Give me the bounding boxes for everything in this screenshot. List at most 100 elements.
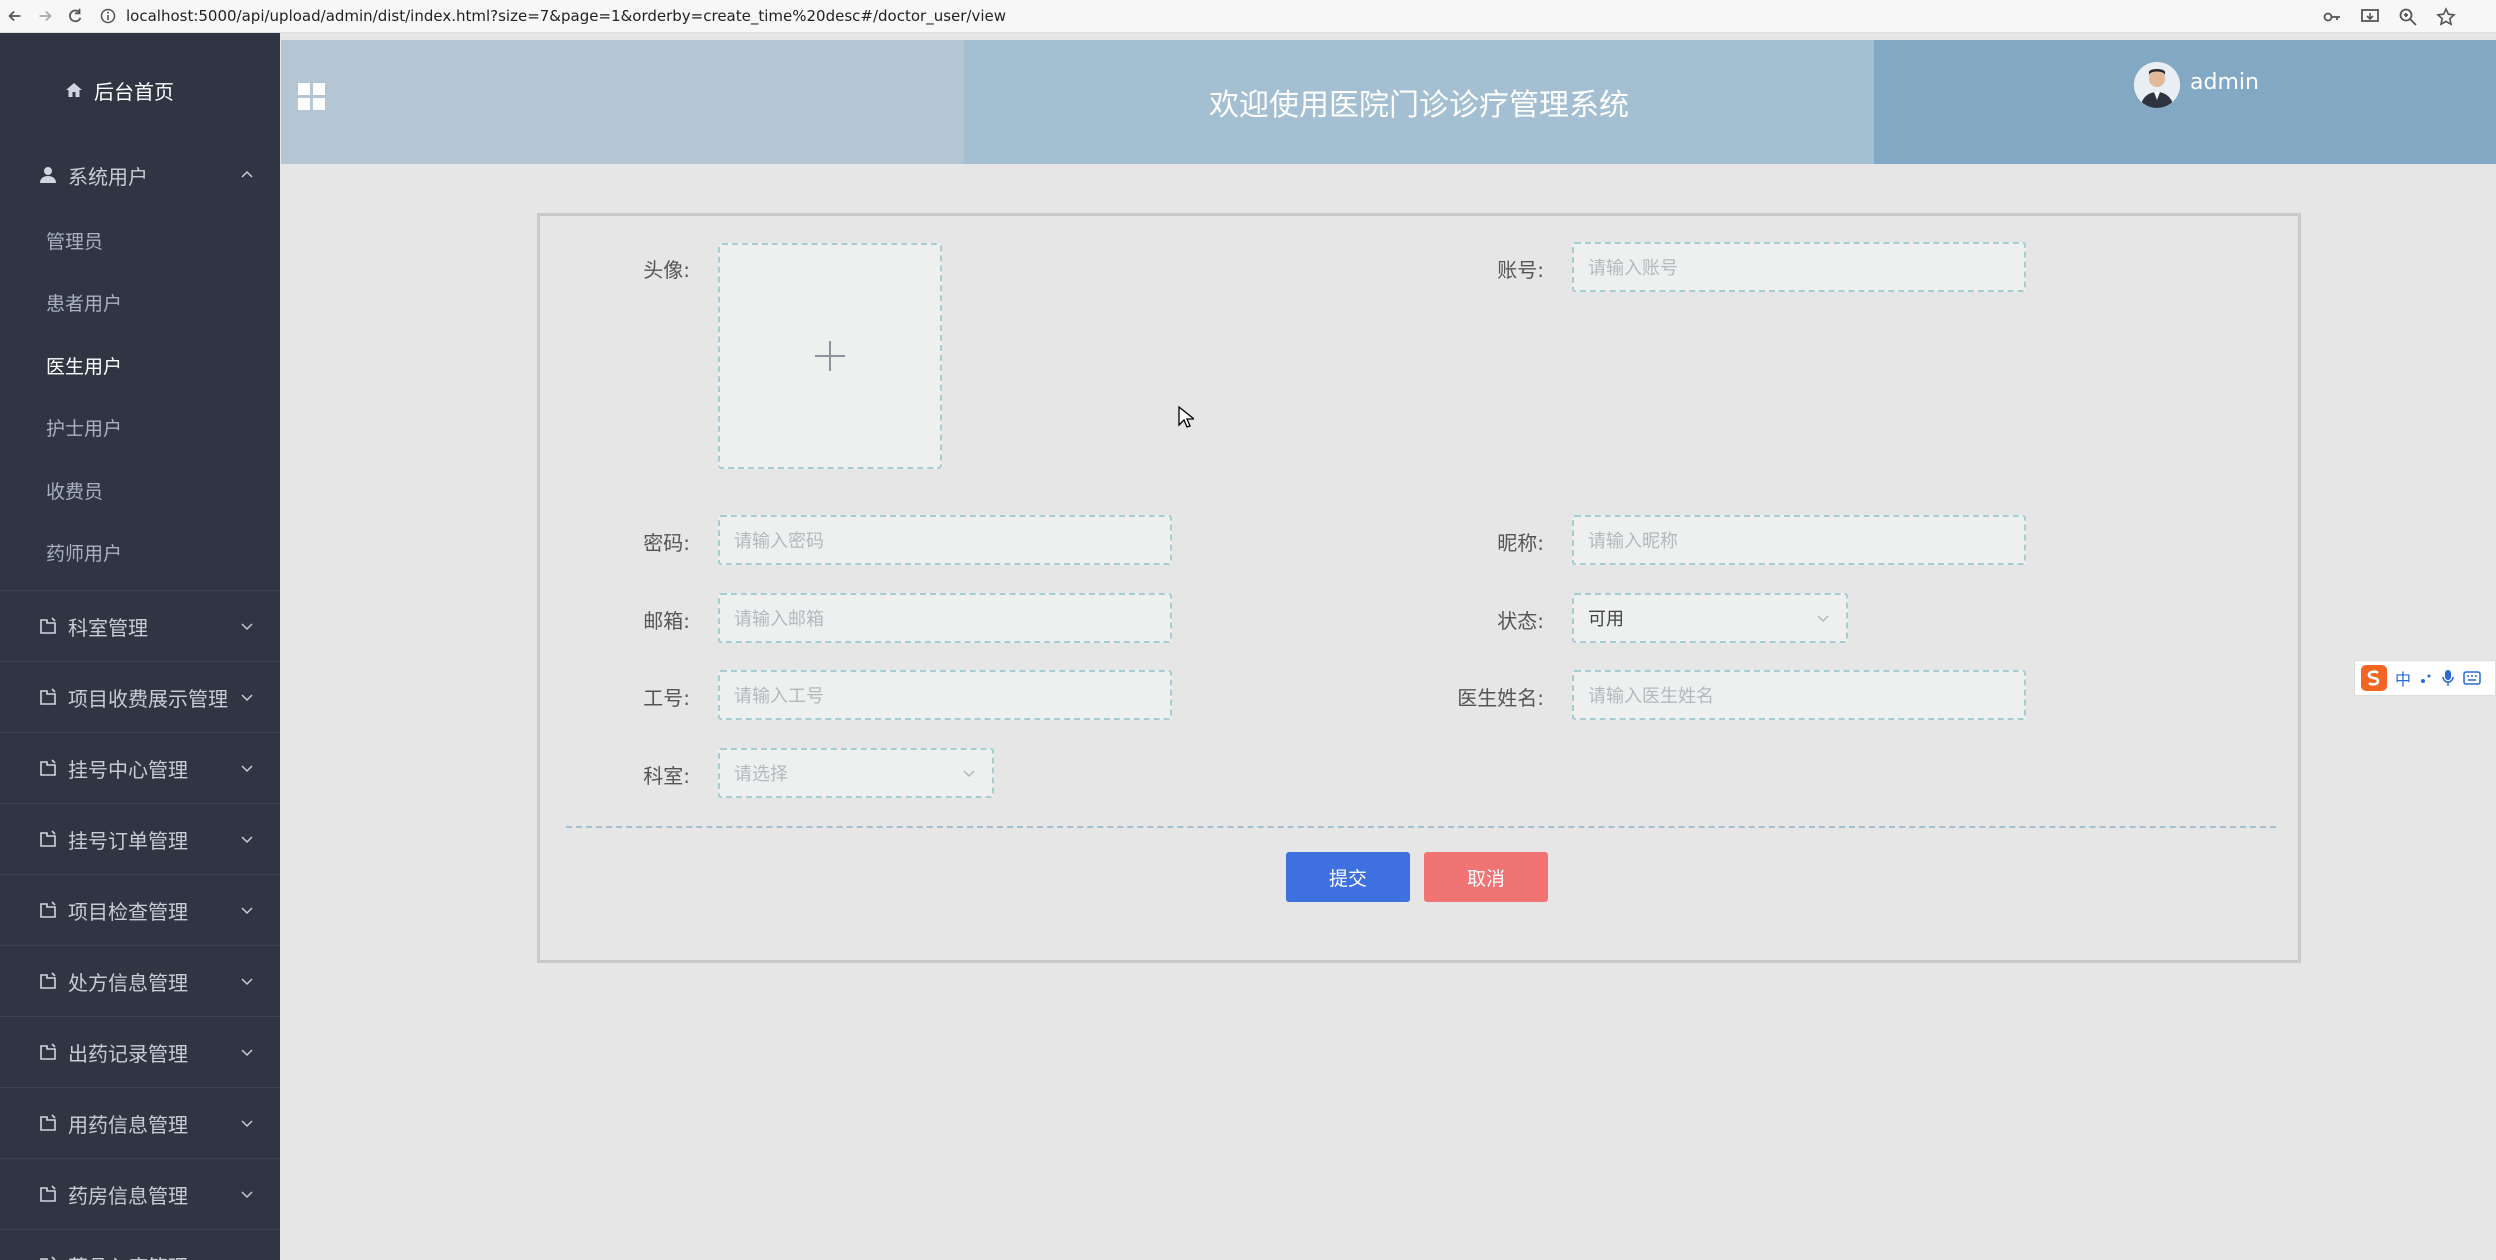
folder-icon bbox=[38, 829, 58, 849]
sidebar-group-label: 项目收费展示管理 bbox=[68, 686, 228, 711]
sidebar-group-medication[interactable]: 用药信息管理 bbox=[0, 1087, 280, 1158]
sidebar-group-dept[interactable]: 科室管理 bbox=[0, 590, 280, 661]
browser-toolbar: localhost:5000/api/upload/admin/dist/ind… bbox=[0, 0, 2496, 33]
install-app-icon[interactable] bbox=[2360, 7, 2380, 27]
sidebar-group-label: 药房信息管理 bbox=[68, 1183, 188, 1208]
ime-toolbar[interactable]: 中 bbox=[2354, 660, 2496, 696]
email-label: 邮箱: bbox=[643, 609, 690, 633]
reload-button[interactable] bbox=[60, 1, 90, 31]
status-select[interactable]: 可用 bbox=[1572, 593, 1848, 643]
nickname-input[interactable]: 请输入昵称 bbox=[1572, 515, 2026, 565]
sidebar-group-prescription[interactable]: 处方信息管理 bbox=[0, 945, 280, 1016]
folder-icon bbox=[38, 616, 58, 636]
sidebar-item-cashier[interactable]: 收费员 bbox=[0, 459, 280, 522]
doctor-name-input[interactable]: 请输入医生姓名 bbox=[1572, 670, 2026, 720]
sidebar-group-system-users[interactable]: 系统用户 bbox=[0, 147, 280, 203]
sidebar-item-patient-users[interactable]: 患者用户 bbox=[0, 272, 280, 335]
header-right: admin bbox=[1874, 40, 2496, 164]
cancel-button[interactable]: 取消 bbox=[1424, 852, 1548, 902]
sidebar-group-stock-in[interactable]: 药品入库管理 bbox=[0, 1229, 280, 1260]
bookmark-star-icon[interactable] bbox=[2436, 6, 2456, 27]
account-label: 账号: bbox=[1497, 258, 1544, 282]
dept-select[interactable]: 请选择 bbox=[718, 748, 994, 798]
menu-toggle-icon[interactable] bbox=[297, 82, 327, 116]
sidebar-group-pharmacy[interactable]: 药房信息管理 bbox=[0, 1158, 280, 1229]
status-label: 状态: bbox=[1497, 609, 1544, 633]
user-avatar-icon bbox=[2134, 62, 2180, 108]
sidebar: 后台首页 系统用户 管理员 患者用户 医生用户 护士用户 收费员 药师用户 科室… bbox=[0, 33, 280, 1260]
keyboard-icon[interactable] bbox=[2463, 671, 2481, 685]
chevron-down-icon bbox=[240, 619, 254, 633]
user-icon bbox=[38, 165, 58, 185]
jobno-placeholder: 请输入工号 bbox=[734, 686, 824, 707]
submit-button[interactable]: 提交 bbox=[1286, 852, 1410, 902]
chevron-down-icon bbox=[240, 690, 254, 704]
password-placeholder: 请输入密码 bbox=[734, 531, 824, 552]
sidebar-group-label: 系统用户 bbox=[68, 164, 148, 189]
sidebar-item-home[interactable]: 后台首页 bbox=[0, 33, 280, 147]
chevron-up-icon bbox=[240, 168, 254, 182]
ime-mode[interactable]: 中 bbox=[2395, 666, 2411, 690]
microphone-icon[interactable] bbox=[2441, 669, 2455, 687]
sidebar-home-label: 后台首页 bbox=[94, 79, 174, 104]
sidebar-group-dispense-record[interactable]: 出药记录管理 bbox=[0, 1016, 280, 1087]
sidebar-group-label: 项目检查管理 bbox=[68, 899, 188, 924]
sidebar-item-nurse-users[interactable]: 护士用户 bbox=[0, 397, 280, 460]
sidebar-group-registration-center[interactable]: 挂号中心管理 bbox=[0, 732, 280, 803]
account-placeholder: 请输入账号 bbox=[1588, 258, 1678, 279]
jobno-input[interactable]: 请输入工号 bbox=[718, 670, 1172, 720]
zoom-icon[interactable] bbox=[2398, 7, 2418, 27]
sidebar-group-label: 科室管理 bbox=[68, 615, 148, 640]
sogou-logo-icon bbox=[2361, 665, 2387, 691]
sidebar-group-exam[interactable]: 项目检查管理 bbox=[0, 874, 280, 945]
sidebar-item-pharmacist-users[interactable]: 药师用户 bbox=[0, 522, 280, 585]
avatar-uploader[interactable] bbox=[718, 243, 942, 469]
folder-icon bbox=[38, 1113, 58, 1133]
chevron-down-icon bbox=[963, 770, 975, 778]
sidebar-group-label: 挂号订单管理 bbox=[68, 828, 188, 853]
app-header: 欢迎使用医院门诊诊疗管理系统 admin bbox=[281, 40, 2496, 164]
password-input[interactable]: 请输入密码 bbox=[718, 515, 1172, 565]
arrow-right-icon bbox=[39, 10, 52, 22]
sidebar-group-label: 药品入库管理 bbox=[68, 1251, 188, 1260]
sidebar-group-registration-orders[interactable]: 挂号订单管理 bbox=[0, 803, 280, 874]
sidebar-item-doctor-users[interactable]: 医生用户 bbox=[0, 334, 280, 397]
sidebar-group-label: 处方信息管理 bbox=[68, 970, 188, 995]
dept-placeholder: 请选择 bbox=[734, 764, 788, 785]
page-title: 欢迎使用医院门诊诊疗管理系统 bbox=[1209, 88, 1629, 123]
jobno-label: 工号: bbox=[643, 686, 690, 710]
avatar[interactable] bbox=[2134, 62, 2180, 108]
folder-icon bbox=[38, 687, 58, 707]
plus-icon bbox=[815, 341, 845, 371]
punctuation-icon[interactable] bbox=[2419, 671, 2433, 685]
arrow-left-icon bbox=[8, 10, 21, 22]
account-input[interactable]: 请输入账号 bbox=[1572, 242, 2026, 292]
chevron-down-icon bbox=[240, 974, 254, 988]
back-button[interactable] bbox=[0, 1, 30, 31]
chevron-down-icon bbox=[1817, 615, 1829, 623]
sidebar-group-label: 挂号中心管理 bbox=[68, 757, 188, 782]
site-info-icon[interactable] bbox=[100, 8, 116, 24]
email-placeholder: 请输入邮箱 bbox=[734, 609, 824, 630]
header-left bbox=[281, 40, 964, 164]
address-bar[interactable]: localhost:5000/api/upload/admin/dist/ind… bbox=[100, 1, 1006, 31]
chevron-down-icon bbox=[240, 1116, 254, 1130]
dept-label: 科室: bbox=[643, 764, 690, 788]
folder-icon bbox=[38, 900, 58, 920]
folder-icon bbox=[38, 758, 58, 778]
header-center: 欢迎使用医院门诊诊疗管理系统 bbox=[964, 40, 1874, 164]
forward-button[interactable] bbox=[30, 1, 60, 31]
folder-icon bbox=[38, 971, 58, 991]
key-icon[interactable] bbox=[2322, 7, 2342, 27]
folder-icon bbox=[38, 1255, 58, 1260]
admin-username[interactable]: admin bbox=[2190, 70, 2259, 95]
reload-icon bbox=[69, 8, 82, 23]
sidebar-item-admin[interactable]: 管理员 bbox=[0, 209, 280, 272]
status-value: 可用 bbox=[1588, 609, 1624, 630]
chevron-down-icon bbox=[240, 1187, 254, 1201]
mouse-cursor-icon bbox=[1178, 406, 1194, 428]
email-input[interactable]: 请输入邮箱 bbox=[718, 593, 1172, 643]
sidebar-group-fee-display[interactable]: 项目收费展示管理 bbox=[0, 661, 280, 732]
home-icon bbox=[64, 80, 84, 100]
url-text: localhost:5000/api/upload/admin/dist/ind… bbox=[126, 7, 1007, 25]
